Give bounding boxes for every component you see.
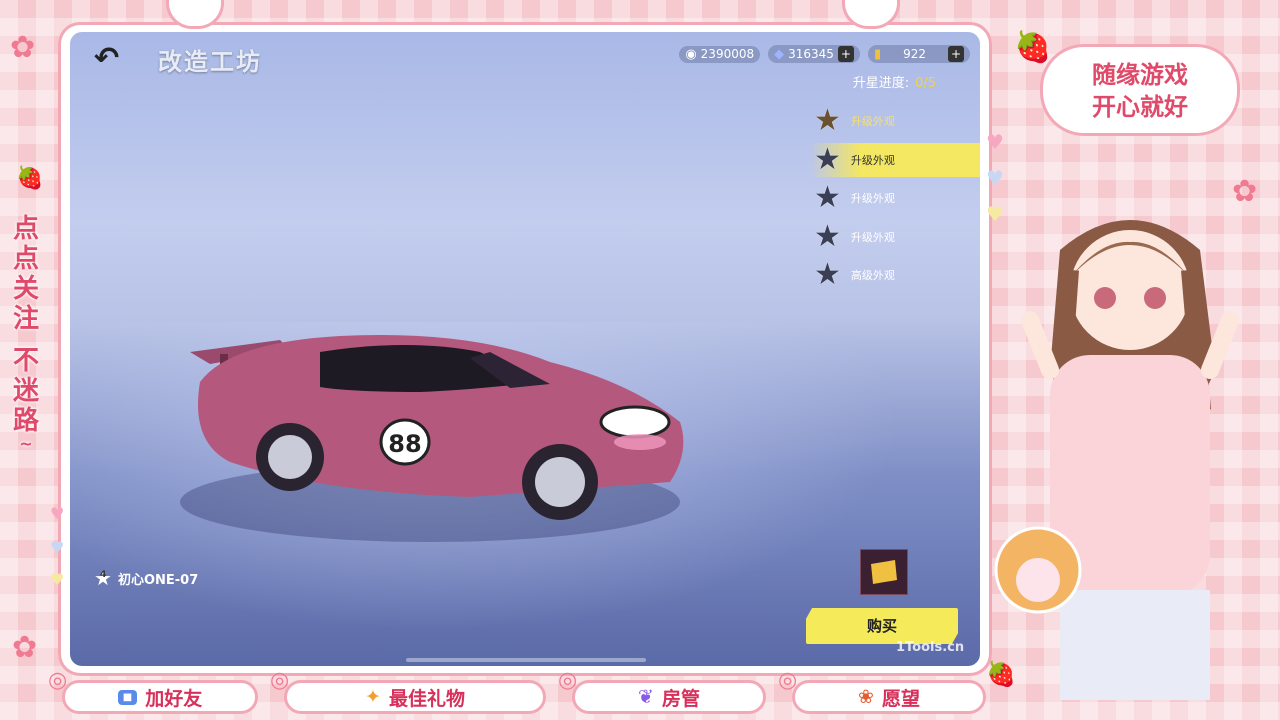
wish-button[interactable]: ❀ 愿望 [792, 680, 986, 714]
star-icon: ★ [814, 103, 841, 138]
currency-bar: ◉ 2390008 ◆ 316345 + ▮ 922 + [679, 44, 970, 64]
flower-icon: ✿ [12, 630, 38, 665]
add-friend-button[interactable]: ■ 加好友 [62, 680, 258, 714]
best-gift-button[interactable]: ✦ 最佳礼物 [284, 680, 546, 714]
back-arrow-icon[interactable]: ↶ [94, 44, 138, 74]
star-icon: ★ [814, 257, 841, 292]
ticket-balance: ▮ 922 + [867, 45, 970, 63]
upgrade-item-icon[interactable] [860, 549, 908, 595]
upgrade-item-4[interactable]: ★ 升级外观 [810, 220, 980, 254]
star-icon: ★ [814, 180, 841, 215]
upgrade-item-3[interactable]: ★ 升级外观 [810, 181, 980, 215]
follow-reminder: 点 点 关 注 不 迷 路 ~ [12, 214, 39, 453]
heart-icon: ♥ [50, 504, 65, 523]
car-number-text: 88 [388, 430, 421, 458]
home-indicator [406, 658, 646, 662]
star-icon: ★ [814, 141, 841, 177]
game-screen: ↶ 改造工坊 ◉ 2390008 ◆ 316345 + ▮ 922 + 升星进度… [70, 32, 980, 666]
upgrade-list: ★ 升级外观 ★ 升级外观 ★ 升级外观 ★ 升级外观 ★ 高级外观 [810, 104, 980, 297]
add-ticket-button[interactable]: + [948, 46, 964, 62]
upgrade-item-1[interactable]: ★ 升级外观 [810, 104, 980, 138]
strawberry-icon: 🍓 [16, 166, 44, 191]
heart-icon: ♥ [986, 130, 1004, 154]
star-progress: 升星进度: 0/5 [852, 76, 936, 91]
page-title: 改造工坊 [158, 48, 262, 76]
buy-button[interactable]: 购买 [806, 608, 958, 644]
upgrade-item-2[interactable]: ★ 升级外观 [810, 141, 980, 177]
car-name: ★ 4 初心ONE-07 [94, 566, 199, 590]
coin-balance: ◉ 2390008 [679, 45, 761, 63]
slogan-bubble: 随缘游戏 开心就好 [1040, 44, 1240, 136]
heart-icon: ♥ [50, 538, 65, 557]
diamond-balance: ◆ 316345 + [768, 45, 860, 63]
heart-icon: ♥ [50, 570, 65, 589]
flower-icon: ✿ [10, 30, 36, 65]
room-admin-button[interactable]: ❦ 房管 [572, 680, 766, 714]
level-star-icon: ★ 4 [94, 566, 112, 590]
strawberry-icon: 🍓 [1014, 30, 1052, 65]
upgrade-item-5[interactable]: ★ 高级外观 [810, 258, 980, 292]
watermark: 1Tools.cn [896, 640, 965, 655]
badge-icon: ■ [117, 689, 138, 705]
anime-girl-avatar [994, 220, 1239, 700]
wing-icon: ❦ [638, 686, 654, 708]
diamond-icon: ◆ [774, 46, 785, 62]
coin-icon: ◉ [685, 46, 697, 62]
strawberry-icon: 🍓 [986, 660, 1016, 688]
gift-icon: ✦ [365, 686, 381, 708]
lucky-cat-icon: ❀ [858, 686, 874, 708]
add-diamond-button[interactable]: + [837, 46, 854, 62]
ticket-icon: ▮ [873, 46, 882, 62]
star-icon: ★ [814, 218, 841, 254]
race-car[interactable]: 88 [170, 292, 710, 552]
